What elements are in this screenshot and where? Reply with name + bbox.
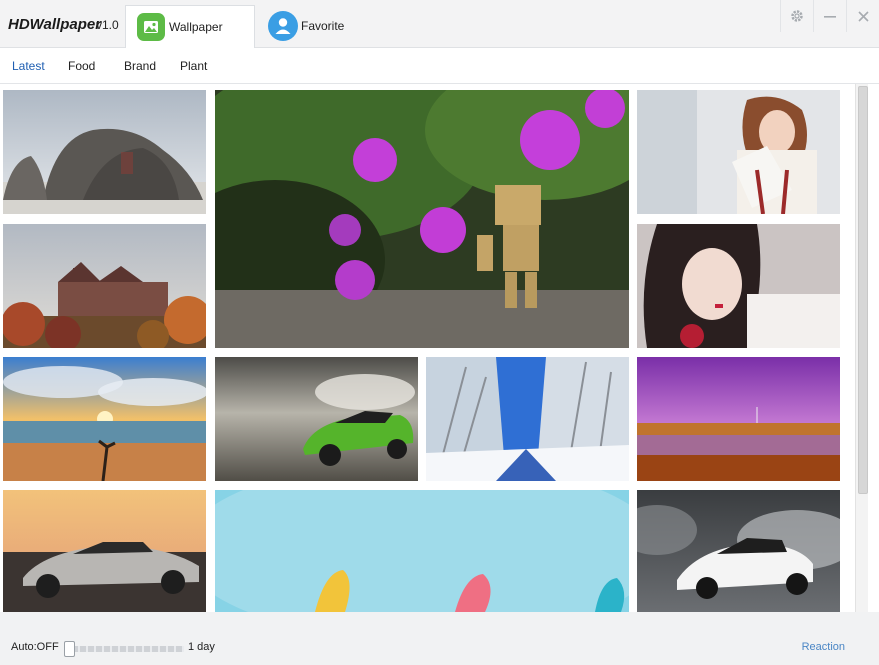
app-version: v1.0 bbox=[96, 18, 119, 32]
tab-wallpaper[interactable]: Wallpaper bbox=[125, 5, 255, 48]
slider-track bbox=[64, 646, 184, 652]
wallpaper-thumbnail[interactable] bbox=[215, 90, 629, 348]
close-button[interactable] bbox=[846, 0, 879, 32]
gear-icon bbox=[791, 10, 803, 22]
wallpaper-thumbnail[interactable] bbox=[215, 357, 418, 481]
wallpaper-thumbnail[interactable] bbox=[426, 357, 629, 481]
close-icon bbox=[857, 10, 869, 22]
wallpaper-thumbnail[interactable] bbox=[3, 357, 206, 481]
wallpaper-thumbnail[interactable] bbox=[215, 490, 629, 612]
category-brand[interactable]: Brand bbox=[124, 59, 156, 73]
user-icon bbox=[268, 11, 298, 41]
wallpaper-thumbnail[interactable] bbox=[637, 90, 840, 214]
interval-slider[interactable] bbox=[64, 641, 184, 657]
minimize-icon bbox=[824, 16, 836, 18]
image-icon bbox=[136, 12, 166, 42]
wallpaper-grid bbox=[0, 84, 879, 612]
wallpaper-thumbnail[interactable] bbox=[637, 490, 840, 612]
app-title: HDWallpaper bbox=[8, 16, 102, 33]
tab-favorite[interactable]: Favorite bbox=[258, 5, 378, 47]
vertical-scrollbar[interactable] bbox=[855, 84, 868, 612]
settings-button[interactable] bbox=[780, 0, 813, 32]
scrollbar-thumb[interactable] bbox=[858, 86, 868, 494]
minimize-button[interactable] bbox=[813, 0, 846, 32]
auto-change-status: Auto:OFF bbox=[11, 641, 59, 653]
category-bar: Latest Food Brand Plant bbox=[0, 48, 879, 84]
category-plant[interactable]: Plant bbox=[180, 59, 207, 73]
tab-favorite-label: Favorite bbox=[301, 19, 345, 33]
slider-knob[interactable] bbox=[64, 641, 75, 657]
category-latest[interactable]: Latest bbox=[12, 59, 45, 73]
wallpaper-thumbnail[interactable] bbox=[3, 490, 206, 612]
app-window: HDWallpaper v1.0 Wallpaper Favorite Late… bbox=[0, 0, 879, 665]
title-bar: HDWallpaper v1.0 Wallpaper Favorite bbox=[0, 0, 879, 48]
wallpaper-thumbnail[interactable] bbox=[3, 90, 206, 214]
footer-bar: Auto:OFF 1 day Reaction bbox=[0, 612, 879, 665]
wallpaper-thumbnail[interactable] bbox=[637, 357, 840, 481]
interval-label: 1 day bbox=[188, 641, 215, 653]
wallpaper-thumbnail[interactable] bbox=[637, 224, 840, 348]
tab-wallpaper-label: Wallpaper bbox=[169, 20, 223, 34]
wallpaper-thumbnail[interactable] bbox=[3, 224, 206, 348]
reaction-link[interactable]: Reaction bbox=[802, 641, 845, 653]
window-controls bbox=[780, 0, 879, 32]
category-food[interactable]: Food bbox=[68, 59, 95, 73]
